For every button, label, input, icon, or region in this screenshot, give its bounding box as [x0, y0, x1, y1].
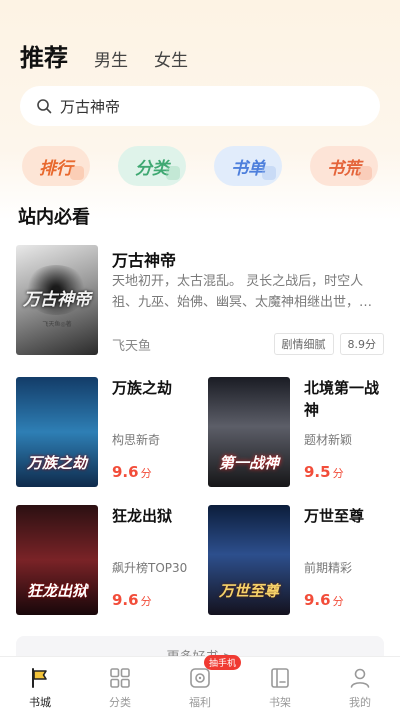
book-score-value: 9.6 [112, 591, 139, 609]
nav-label: 我的 [349, 696, 371, 709]
book-score-value: 9.6 [304, 591, 331, 609]
featured-book-cover[interactable]: 万古神帝 飞天鱼◎著 [16, 245, 98, 355]
book-score: 9.6 分 [112, 463, 152, 481]
book-score: 9.5 分 [304, 463, 344, 481]
category-bookfamine-button[interactable]: 书荒 [310, 146, 378, 186]
book-score-unit: 分 [140, 467, 152, 480]
bookstore-flag-icon [32, 668, 47, 688]
tab-recommend[interactable]: 推荐 [20, 38, 68, 73]
profile-icon [350, 668, 370, 688]
nav-item-profile[interactable]: 我的 [330, 657, 390, 710]
book-card[interactable]: 万族之劫 万族之劫 构思新奇 9.6 分 [16, 377, 192, 487]
book-score-value: 9.6 [112, 463, 139, 481]
book-subtitle: 前期精彩 [304, 561, 353, 575]
search-query: 万古神帝 [60, 97, 121, 116]
featured-cover-author: 飞天鱼◎著 [42, 321, 72, 328]
nav-item-bookshelf[interactable]: 书架 [250, 657, 310, 710]
book-title[interactable]: 北境第一战神 [304, 377, 388, 421]
book-score-value: 9.5 [304, 463, 331, 481]
book-cover[interactable]: 第一战神 [208, 377, 290, 487]
category-classify-button[interactable]: 分类 [118, 146, 186, 186]
book-score-unit: 分 [140, 595, 152, 608]
featured-book-card[interactable]: 万古神帝 飞天鱼◎著 万古神帝 天地初开，太古混乱。 灵长之战后，时空人祖、九巫… [16, 245, 384, 355]
nav-item-welfare[interactable]: 抽手机 福利 [170, 655, 242, 710]
book-score: 9.6 分 [112, 591, 152, 609]
nav-label: 书城 [29, 696, 51, 709]
book-title[interactable]: 万族之劫 [112, 377, 196, 399]
welfare-badge: 抽手机 [204, 655, 242, 670]
book-title[interactable]: 狂龙出狱 [112, 505, 196, 527]
book-cover-title: 万世至尊 [218, 582, 279, 600]
nav-label: 福利 [189, 696, 211, 709]
featured-tags: 剧情细腻 8.9分 [273, 333, 384, 355]
book-cover-title: 狂龙出狱 [26, 582, 87, 600]
book-cover-title: 万族之劫 [26, 454, 87, 472]
book-score-unit: 分 [332, 595, 344, 608]
category-booklist-button[interactable]: 书单 [214, 146, 282, 186]
book-cover[interactable]: 万世至尊 [208, 505, 290, 615]
tab-male[interactable]: 男生 [94, 46, 128, 71]
nav-item-category[interactable]: 分类 [90, 657, 150, 710]
category-ranking-button[interactable]: 排行 [22, 146, 90, 186]
book-cover[interactable]: 狂龙出狱 [16, 505, 98, 615]
book-cover-title: 第一战神 [218, 454, 279, 472]
section-title: 站内必看 [18, 207, 90, 228]
featured-cover-title: 万古神帝 [23, 290, 91, 310]
book-card[interactable]: 狂龙出狱 狂龙出狱 飙升榜TOP30 9.6 分 [16, 505, 192, 615]
bookshelf-icon [271, 668, 289, 688]
book-subtitle: 题材新颖 [304, 433, 353, 447]
tag-score: 8.9分 [339, 333, 384, 355]
book-score: 9.6 分 [304, 591, 344, 609]
tag-label: 剧情细腻 [273, 333, 334, 355]
book-subtitle: 构思新奇 [112, 433, 161, 447]
nav-item-bookstore[interactable]: 书城 [10, 657, 70, 710]
book-title[interactable]: 万世至尊 [304, 505, 388, 527]
book-subtitle: 飙升榜TOP30 [112, 561, 188, 575]
category-grid-icon [110, 668, 130, 688]
book-card[interactable]: 第一战神 北境第一战神 题材新颖 9.5 分 [208, 377, 384, 487]
featured-book-author: 飞天鱼 [112, 339, 152, 354]
featured-book-title[interactable]: 万古神帝 [112, 247, 176, 271]
bottom-nav: 书城 分类 抽手机 福利 书架 我的 [0, 655, 400, 710]
book-cover[interactable]: 万族之劫 [16, 377, 98, 487]
nav-label: 分类 [109, 696, 131, 709]
book-score-unit: 分 [332, 467, 344, 480]
search-icon [37, 99, 52, 114]
search-bar[interactable]: 万古神帝 [20, 86, 380, 126]
tab-female[interactable]: 女生 [154, 46, 188, 71]
header-tabs: 推荐 男生 女生 [20, 38, 188, 73]
nav-label: 书架 [269, 696, 291, 709]
category-row: 排行 分类 书单 书荒 [22, 146, 378, 186]
featured-book-description: 天地初开，太古混乱。 灵长之战后，时空人祖、九巫、始佛、幽冥、太魔神相继出世，… [112, 274, 373, 310]
book-card[interactable]: 万世至尊 万世至尊 前期精彩 9.6 分 [208, 505, 384, 615]
